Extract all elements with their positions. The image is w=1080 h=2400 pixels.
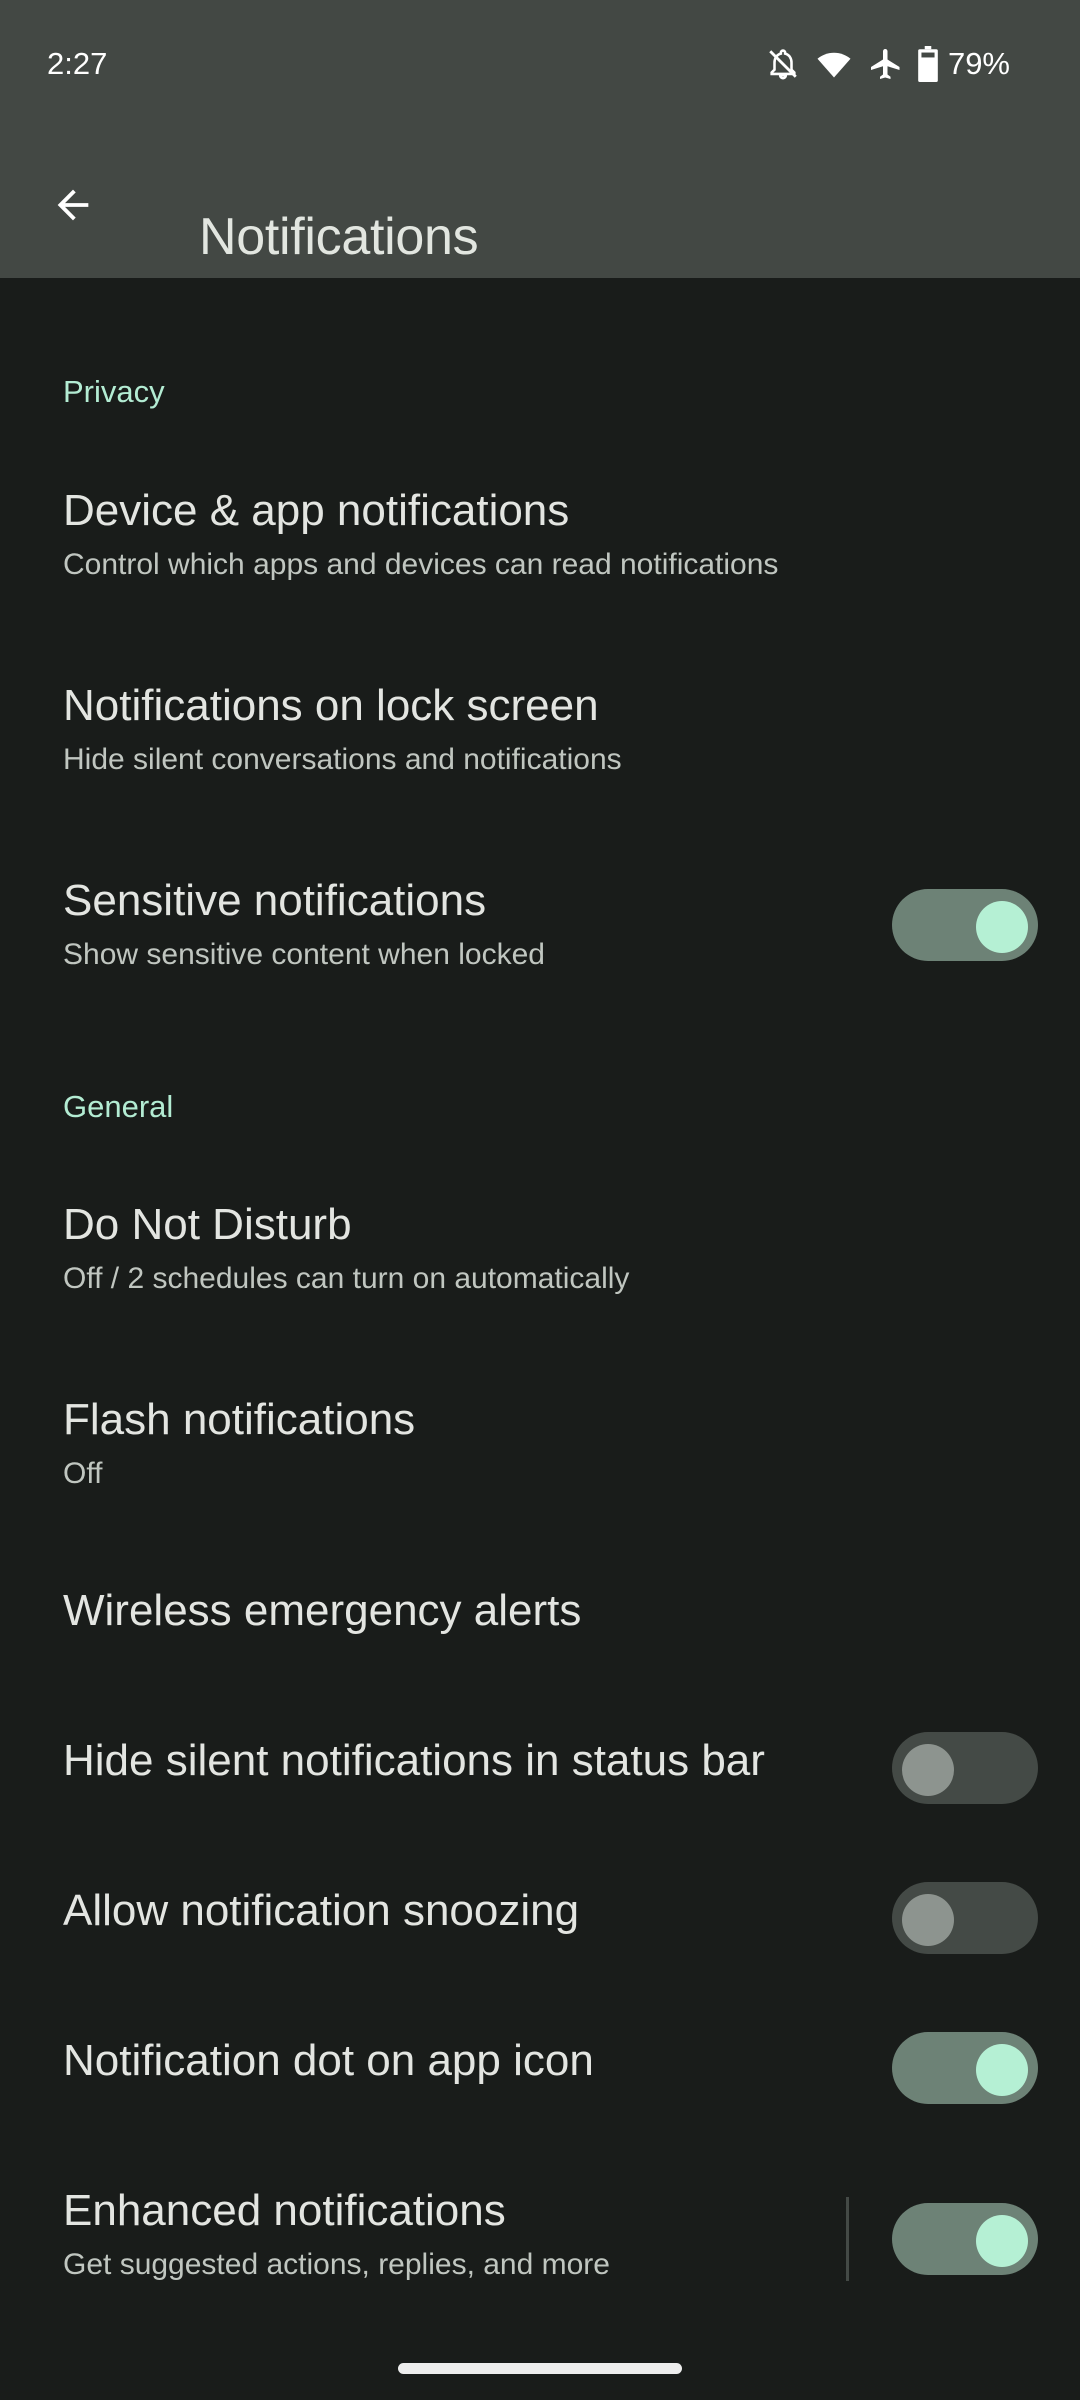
- battery-percent: 79%: [947, 46, 1010, 81]
- item-summary: Hide silent conversations and notificati…: [63, 743, 622, 776]
- enhanced-notifications-switch[interactable]: [892, 2203, 1038, 2275]
- switch-thumb: [976, 901, 1028, 953]
- setting-allow-notification-snoozing[interactable]: Allow notification snoozing: [0, 1866, 1080, 1986]
- setting-notification-dot[interactable]: Notification dot on app icon: [0, 2016, 1080, 2136]
- status-time: 2:27: [47, 46, 108, 81]
- item-title: Device & app notifications: [63, 486, 570, 535]
- setting-enhanced-notifications[interactable]: Enhanced notifications Get suggested act…: [0, 2166, 1080, 2316]
- item-summary: Off: [63, 1457, 103, 1490]
- item-title: Do Not Disturb: [63, 1200, 352, 1249]
- sensitive-notifications-switch[interactable]: [892, 889, 1038, 961]
- switch-thumb: [902, 1894, 954, 1946]
- switch-thumb: [902, 1744, 954, 1796]
- setting-sensitive-notifications[interactable]: Sensitive notifications Show sensitive c…: [0, 852, 1080, 1002]
- item-title: Wireless emergency alerts: [63, 1586, 582, 1635]
- notification-dot-switch[interactable]: [892, 2032, 1038, 2104]
- hide-silent-status-bar-switch[interactable]: [892, 1732, 1038, 1804]
- item-title: Allow notification snoozing: [63, 1886, 580, 1935]
- setting-wireless-emergency-alerts[interactable]: Wireless emergency alerts: [0, 1566, 1080, 1686]
- back-button[interactable]: [40, 174, 106, 240]
- divider: [846, 2197, 849, 2281]
- item-summary: Control which apps and devices can read …: [63, 548, 779, 581]
- item-title: Hide silent notifications in status bar: [63, 1736, 765, 1785]
- item-summary: Show sensitive content when locked: [63, 938, 545, 971]
- item-title: Enhanced notifications: [63, 2186, 506, 2235]
- status-icons: 79%: [766, 44, 1010, 84]
- switch-thumb: [976, 2044, 1028, 2096]
- item-title: Notification dot on app icon: [63, 2036, 594, 2085]
- arrow-back-icon: [50, 182, 96, 233]
- item-title: Notifications on lock screen: [63, 681, 599, 730]
- item-summary: Get suggested actions, replies, and more: [63, 2248, 610, 2281]
- notifications-off-icon: [766, 46, 800, 82]
- item-title: Sensitive notifications: [63, 876, 487, 925]
- section-header-privacy: Privacy: [63, 374, 165, 409]
- gesture-nav-handle[interactable]: [398, 2363, 682, 2374]
- setting-notifications-lock-screen[interactable]: Notifications on lock screen Hide silent…: [0, 657, 1080, 807]
- setting-do-not-disturb[interactable]: Do Not Disturb Off / 2 schedules can tur…: [0, 1176, 1080, 1326]
- section-header-general: General: [63, 1089, 174, 1124]
- item-title: Flash notifications: [63, 1395, 416, 1444]
- switch-thumb: [976, 2215, 1028, 2267]
- top-app-bar: 2:27 79% Notifications: [0, 0, 1080, 278]
- airplane-mode-icon: [868, 46, 904, 82]
- page-title: Notifications: [199, 207, 479, 266]
- setting-flash-notifications[interactable]: Flash notifications Off: [0, 1371, 1080, 1521]
- battery-icon: [918, 46, 938, 82]
- wifi-icon: [814, 46, 854, 82]
- item-summary: Off / 2 schedules can turn on automatica…: [63, 1262, 630, 1295]
- setting-hide-silent-status-bar[interactable]: Hide silent notifications in status bar: [0, 1716, 1080, 1836]
- setting-device-app-notifications[interactable]: Device & app notifications Control which…: [0, 462, 1080, 612]
- notification-snoozing-switch[interactable]: [892, 1882, 1038, 1954]
